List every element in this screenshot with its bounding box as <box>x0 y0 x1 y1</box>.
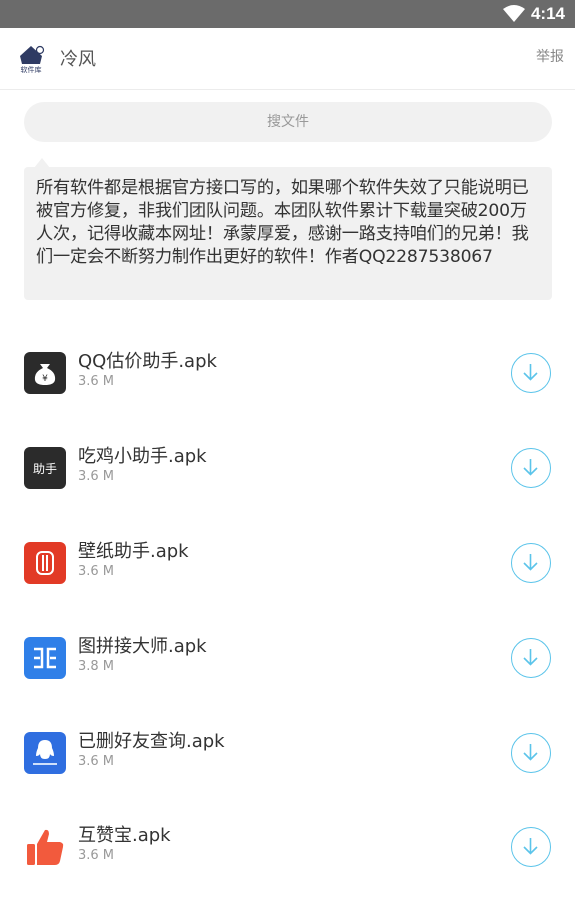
app-logo-icon: 软件库 <box>16 42 46 74</box>
file-size: 3.6 M <box>78 469 115 484</box>
file-name: 吃鸡小助手.apk <box>78 446 207 467</box>
search-input[interactable] <box>24 102 552 142</box>
file-name: 图拼接大师.apk <box>78 636 207 657</box>
assistant-icon: 助手 <box>24 447 66 489</box>
download-button[interactable] <box>511 733 551 773</box>
file-name: 已删好友查询.apk <box>78 731 225 752</box>
file-size: 3.6 M <box>78 848 115 863</box>
file-size: 3.6 M <box>78 374 115 389</box>
page-title: 冷风 <box>60 49 96 70</box>
download-button[interactable] <box>511 543 551 583</box>
download-icon <box>523 744 538 761</box>
download-icon <box>523 649 538 666</box>
download-icon <box>523 838 538 855</box>
file-item[interactable]: 助手 吃鸡小助手.apk 3.6 M <box>0 442 575 537</box>
file-name: 互赞宝.apk <box>78 825 171 846</box>
report-link[interactable]: 举报 <box>536 46 564 66</box>
file-item[interactable]: 壁纸助手.apk 3.6 M <box>0 537 575 632</box>
svg-text:软件库: 软件库 <box>21 65 42 74</box>
file-size: 3.6 M <box>78 754 115 769</box>
app-header: 软件库 冷风 举报 <box>0 28 575 90</box>
thumbs-up-icon <box>24 826 66 868</box>
status-bar: 4:14 <box>0 0 575 28</box>
download-icon <box>523 364 538 381</box>
file-name: QQ估价助手.apk <box>78 351 217 372</box>
download-button[interactable] <box>511 638 551 678</box>
money-bag-icon: ¥ <box>24 352 66 394</box>
file-item[interactable]: 已删好友查询.apk 3.6 M <box>0 727 575 822</box>
wifi-icon <box>503 5 525 27</box>
download-icon <box>523 554 538 571</box>
file-item[interactable]: 图拼接大师.apk 3.8 M <box>0 632 575 727</box>
file-size: 3.6 M <box>78 564 115 579</box>
file-size: 3.8 M <box>78 659 115 674</box>
download-button[interactable] <box>511 827 551 867</box>
file-item[interactable]: ¥ QQ估价助手.apk 3.6 M <box>0 347 575 442</box>
download-button[interactable] <box>511 353 551 393</box>
wallpaper-icon <box>24 542 66 584</box>
qq-penguin-icon <box>24 732 66 774</box>
status-time: 4:14 <box>530 4 565 23</box>
svg-text:¥: ¥ <box>42 374 48 384</box>
file-item[interactable]: 互赞宝.apk 3.6 M <box>0 821 575 916</box>
stitch-icon <box>24 637 66 679</box>
download-button[interactable] <box>511 448 551 488</box>
file-name: 壁纸助手.apk <box>78 541 189 562</box>
notice-text: 所有软件都是根据官方接口写的，如果哪个软件失效了只能说明已被官方修复，非我们团队… <box>24 167 552 300</box>
svg-text:助手: 助手 <box>33 462 57 476</box>
download-icon <box>523 459 538 476</box>
